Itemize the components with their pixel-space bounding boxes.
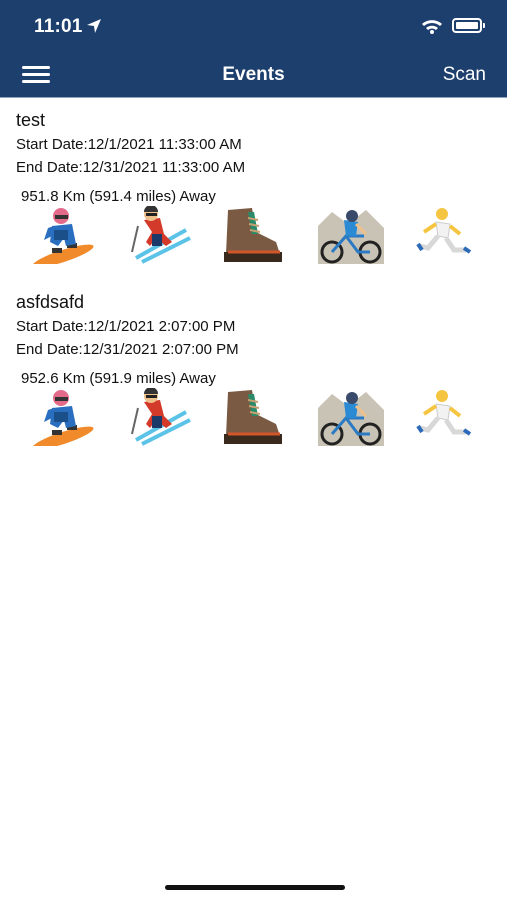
event-name: test bbox=[16, 110, 46, 130]
runner-icon bbox=[412, 206, 478, 264]
event-distance: 951.8 Km (591.4 miles) Away bbox=[21, 188, 216, 205]
app-header: 11:01 Events Scan bbox=[0, 0, 507, 98]
status-bar: 11:01 bbox=[0, 0, 507, 52]
skier-icon bbox=[128, 206, 194, 264]
event-distance: 952.6 Km (591.9 miles) Away bbox=[21, 370, 216, 387]
hiking-boot-icon bbox=[218, 206, 284, 264]
event-start-date: Start Date:12/1/2021 11:33:00 AM bbox=[16, 136, 242, 153]
scan-button[interactable]: Scan bbox=[443, 64, 486, 86]
runner-icon bbox=[412, 388, 478, 446]
page-title: Events bbox=[222, 64, 285, 85]
event-name: asfdsafd bbox=[16, 292, 85, 312]
battery-cap bbox=[483, 23, 485, 28]
snowboarder-icon bbox=[30, 388, 96, 446]
battery-icon bbox=[452, 18, 482, 33]
mountain-biker-icon bbox=[318, 206, 384, 264]
event-card[interactable]: asfdsafd Start Date:12/1/2021 2:07:00 PM… bbox=[0, 292, 507, 452]
hiking-boot-icon bbox=[218, 388, 284, 446]
event-start-date: Start Date:12/1/2021 2:07:00 PM bbox=[16, 318, 236, 335]
mountain-biker-icon bbox=[318, 388, 384, 446]
event-end-date: End Date:12/31/2021 2:07:00 PM bbox=[16, 341, 239, 358]
home-indicator[interactable] bbox=[165, 885, 345, 890]
nav-bar: Events Scan bbox=[0, 52, 507, 98]
status-time: 11:01 bbox=[34, 16, 83, 37]
event-card[interactable]: test Start Date:12/1/2021 11:33:00 AM En… bbox=[0, 110, 507, 270]
activity-icons bbox=[0, 206, 507, 266]
events-screen: 11:01 Events Scan test Start Date:12/1/2… bbox=[0, 0, 507, 900]
event-end-date: End Date:12/31/2021 11:33:00 AM bbox=[16, 159, 246, 176]
activity-icons bbox=[0, 388, 507, 448]
location-arrow-icon bbox=[87, 19, 101, 33]
snowboarder-icon bbox=[30, 206, 96, 264]
wifi-icon bbox=[422, 20, 442, 34]
skier-icon bbox=[128, 388, 194, 446]
